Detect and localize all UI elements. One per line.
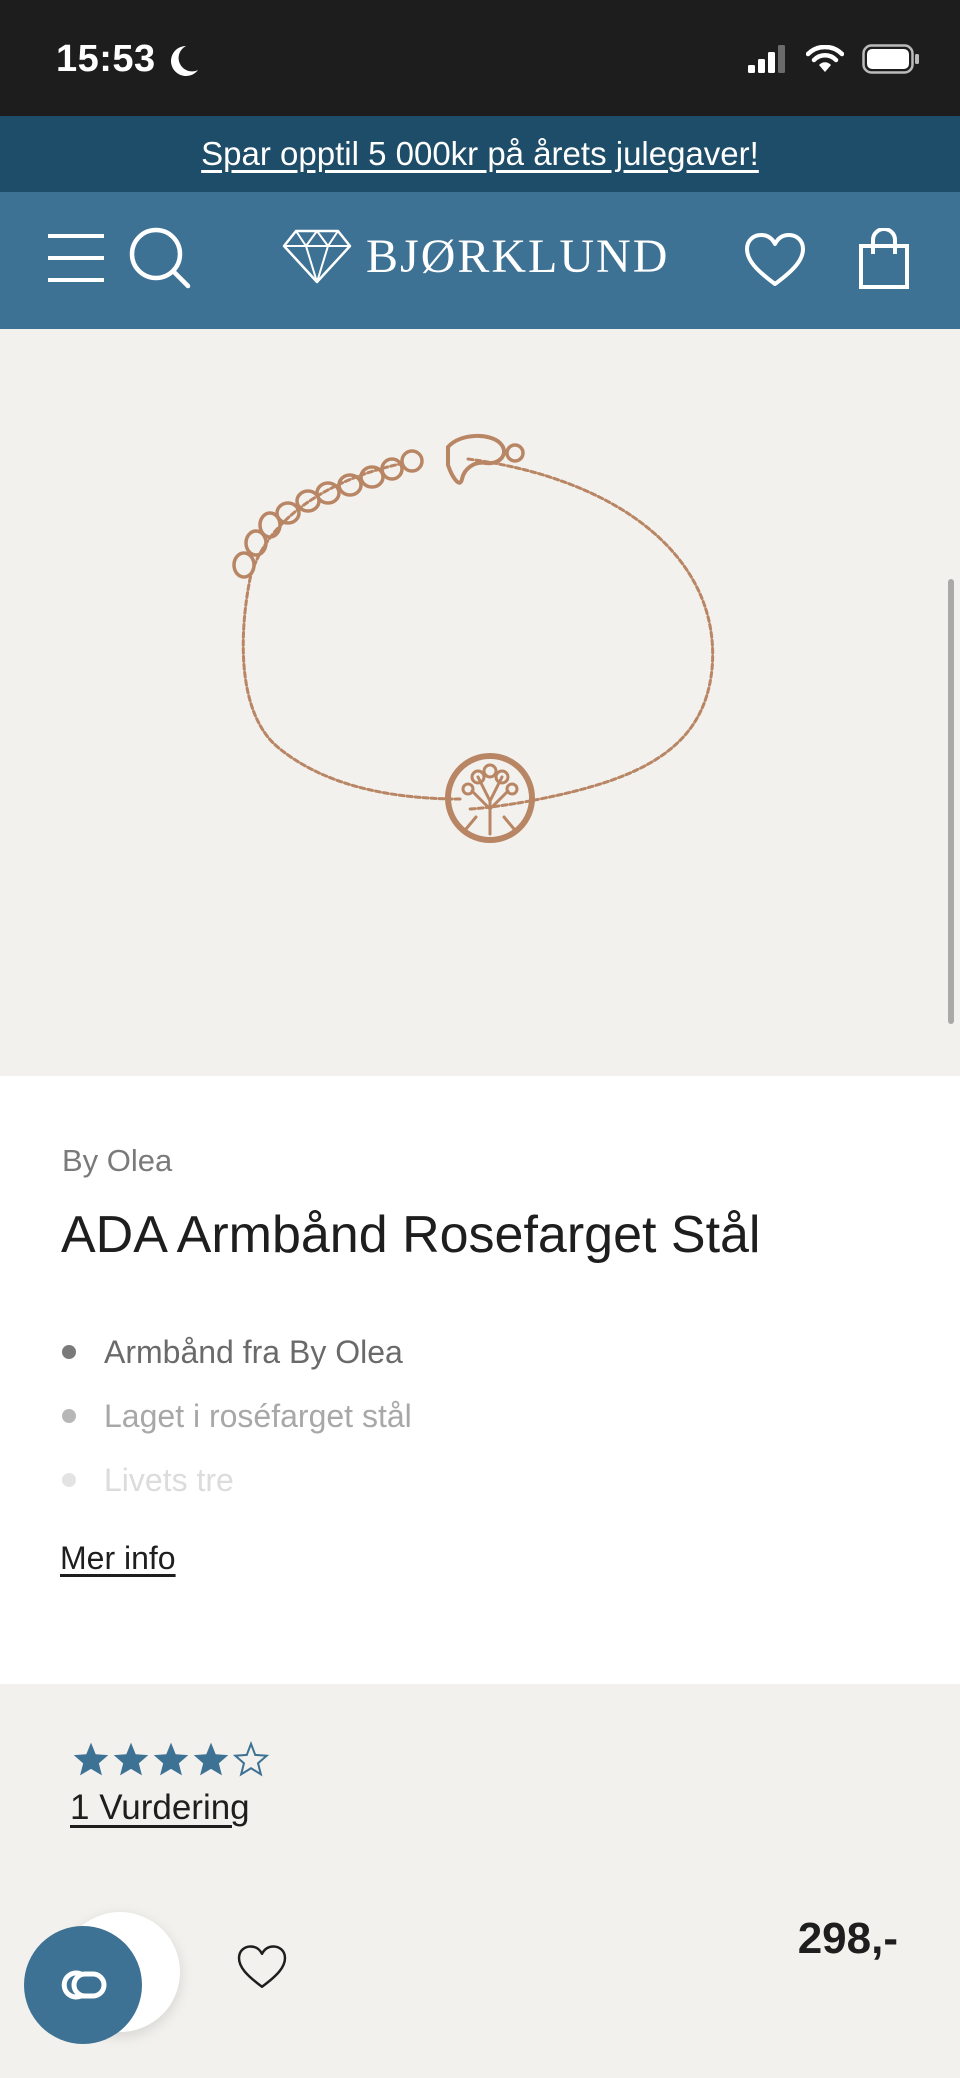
chat-widget-button[interactable] xyxy=(24,1926,142,2044)
chat-widget-icon xyxy=(61,1970,107,2000)
status-time: 15:53 xyxy=(56,38,156,80)
feature-item: Laget i roséfarget stål xyxy=(62,1384,412,1448)
bullet-dot xyxy=(62,1409,76,1423)
scrollbar[interactable] xyxy=(948,579,954,1024)
diamond-logo-icon xyxy=(282,229,352,284)
wifi-icon xyxy=(806,45,844,72)
star-filled-icon xyxy=(193,1742,229,1776)
product-features: Armbånd fra By Olea Laget i roséfarget s… xyxy=(62,1320,412,1512)
star-empty-icon xyxy=(232,1741,270,1777)
star-filled-icon xyxy=(113,1742,149,1776)
rating-stars[interactable] xyxy=(72,1741,270,1777)
bullet-dot xyxy=(62,1345,76,1359)
feature-item: Armbånd fra By Olea xyxy=(62,1320,412,1384)
product-title: ADA Armbånd Rosefarget Stål xyxy=(61,1206,761,1264)
add-to-wishlist-heart-icon[interactable] xyxy=(236,1944,288,1990)
promo-link[interactable]: Spar opptil 5 000kr på årets julegaver! xyxy=(201,135,759,173)
signal-icon xyxy=(748,45,785,73)
logo[interactable]: BJØRKLUND xyxy=(282,228,669,284)
star-filled-icon xyxy=(153,1742,189,1776)
bracelet-image xyxy=(232,434,715,843)
search-icon[interactable] xyxy=(128,226,192,290)
product-brand[interactable]: By Olea xyxy=(62,1143,172,1179)
reviews-link[interactable]: 1 Vurdering xyxy=(70,1788,250,1828)
star-filled-icon xyxy=(73,1742,109,1776)
bullet-dot xyxy=(62,1473,76,1487)
status-bar: 15:53 xyxy=(0,0,960,116)
product-image[interactable] xyxy=(0,329,960,1076)
feature-item: Livets tre xyxy=(62,1448,412,1512)
shopping-bag-icon[interactable] xyxy=(858,228,910,290)
site-header: BJØRKLUND xyxy=(0,192,960,329)
product-price: 298,- xyxy=(797,1914,898,1963)
moon-icon xyxy=(171,46,198,76)
feature-text: Armbånd fra By Olea xyxy=(104,1333,403,1370)
wishlist-heart-icon[interactable] xyxy=(744,232,806,288)
promo-banner: Spar opptil 5 000kr på årets julegaver! xyxy=(0,116,960,192)
logo-text: BJØRKLUND xyxy=(366,229,670,283)
more-info-link[interactable]: Mer info xyxy=(60,1540,176,1577)
battery-icon xyxy=(862,44,919,74)
feature-text: Livets tre xyxy=(104,1461,234,1498)
feature-text: Laget i roséfarget stål xyxy=(104,1397,412,1434)
menu-icon[interactable] xyxy=(46,228,106,288)
